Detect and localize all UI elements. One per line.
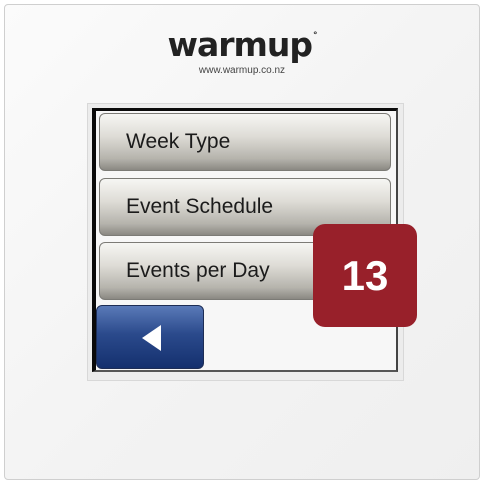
week-type-button[interactable]: Week Type [99, 113, 391, 171]
menu-item-label: Week Type [126, 130, 231, 153]
menu-item-label: Events per Day [126, 259, 270, 282]
left-arrow-icon [142, 325, 161, 351]
website-url: www.warmup.co.nz [198, 65, 286, 76]
menu-item-label: Event Schedule [126, 195, 274, 218]
back-button[interactable] [96, 305, 204, 369]
step-number-badge: 13 [313, 224, 417, 327]
